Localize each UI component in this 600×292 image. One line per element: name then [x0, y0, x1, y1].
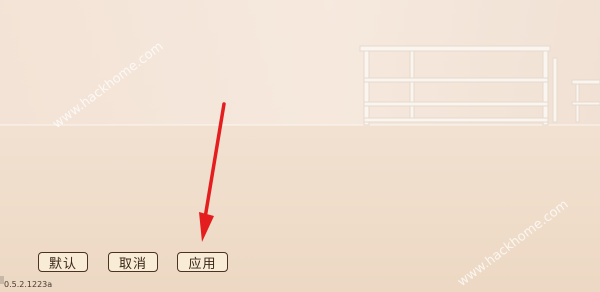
apply-button[interactable]: 应用: [177, 252, 228, 272]
game-scene: www.hackhome.com www.hackhome.com 默认 取消 …: [0, 0, 600, 292]
version-label: 0.5.2.1223a: [4, 280, 53, 289]
cancel-button[interactable]: 取消: [108, 252, 158, 272]
shelf-furniture: [359, 45, 600, 126]
watermark-text: www.hackhome.com: [455, 197, 572, 290]
default-button[interactable]: 默认: [38, 252, 88, 272]
red-arrow-icon: [199, 102, 226, 242]
